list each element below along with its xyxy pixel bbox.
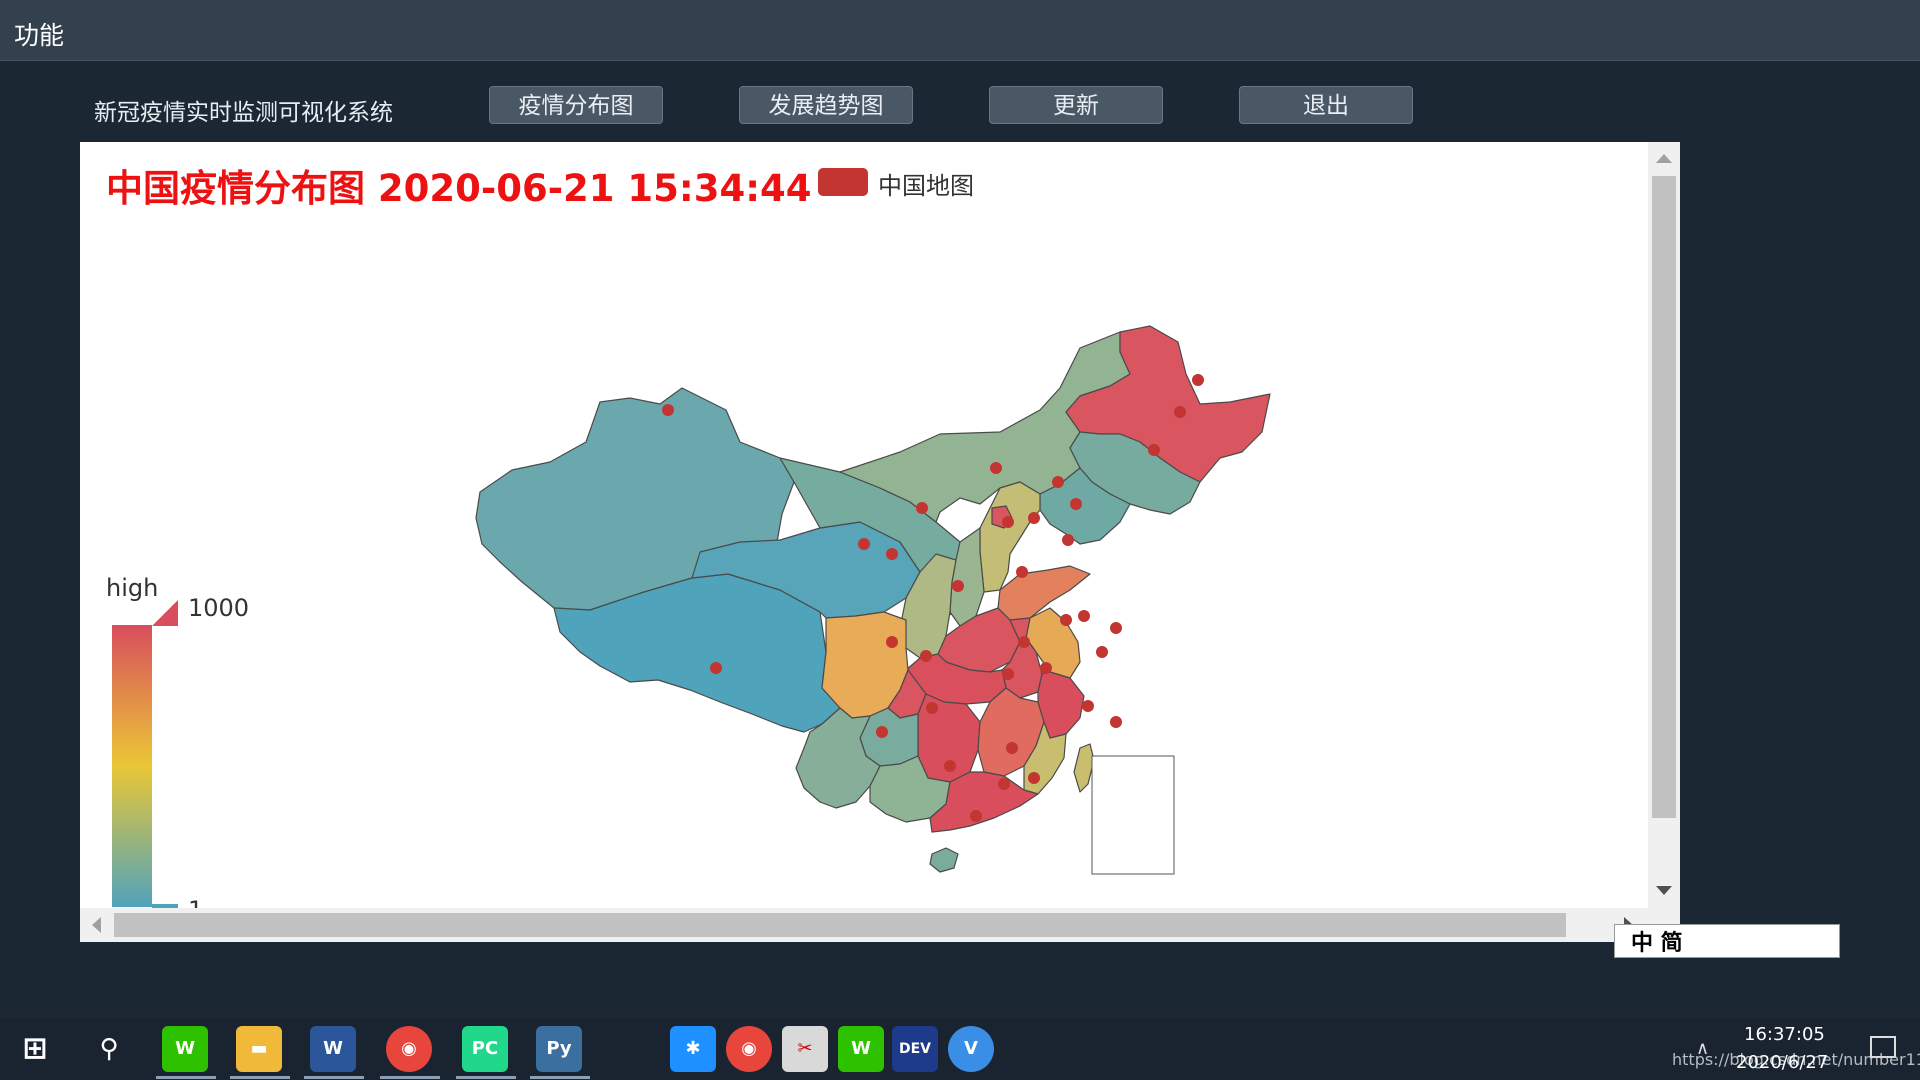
menu-bar: 功能: [0, 0, 1920, 61]
word-icon[interactable]: W: [310, 1026, 356, 1072]
marker-shanghai: [1110, 622, 1122, 634]
marker-jilin: [1174, 406, 1186, 418]
ime-status-text[interactable]: 中 简: [1631, 925, 1683, 957]
clock-time[interactable]: 16:37:05: [1744, 1024, 1825, 1045]
marker-anhui: [1060, 614, 1072, 626]
trend-chart-button[interactable]: 发展趋势图: [739, 86, 913, 124]
distribution-map-button[interactable]: 疫情分布图: [489, 86, 663, 124]
chart-viewer: 中国疫情分布图 2020-06-21 15:34:44 中国地图 high 10…: [80, 142, 1680, 942]
marker-jiangxi: [1040, 662, 1052, 674]
marker-beijing: [1052, 476, 1064, 488]
start-icon[interactable]: ⊞: [12, 1026, 58, 1072]
marker-shandong: [1062, 534, 1074, 546]
clock-date[interactable]: 2020/6/27: [1736, 1052, 1828, 1073]
horizontal-scroll-thumb[interactable]: [114, 913, 1566, 937]
marker-guizhou: [926, 702, 938, 714]
chrome-icon[interactable]: ◉: [726, 1026, 772, 1072]
marker-gansu: [886, 548, 898, 560]
scroll-left-icon[interactable]: [92, 917, 101, 933]
vertical-scrollbar[interactable]: [1648, 142, 1680, 908]
marker-hongkong: [1028, 772, 1040, 784]
marker-qinghai: [858, 538, 870, 550]
search-icon[interactable]: ⚲: [86, 1026, 132, 1072]
scroll-down-icon[interactable]: [1656, 886, 1672, 895]
scroll-up-icon[interactable]: [1656, 154, 1672, 163]
marker-zhejiang: [1096, 646, 1108, 658]
marker-guangxi: [944, 760, 956, 772]
wechat-icon[interactable]: W: [162, 1026, 208, 1072]
south-china-sea-inset: [1091, 755, 1175, 875]
marker-macau: [998, 778, 1010, 790]
china-map[interactable]: [80, 142, 1648, 908]
file-explorer-icon[interactable]: ▬: [236, 1026, 282, 1072]
snipping-icon[interactable]: ✂: [782, 1026, 828, 1072]
marker-ningxia: [916, 502, 928, 514]
marker-hubei: [1018, 636, 1030, 648]
marker-shaanxi: [952, 580, 964, 592]
taskbar-active-indicator: [530, 1076, 590, 1079]
dingtalk-icon[interactable]: ✱: [670, 1026, 716, 1072]
marker-hunan: [1002, 668, 1014, 680]
marker-shanxi: [1002, 516, 1014, 528]
taskbar-active-indicator: [304, 1076, 364, 1079]
menu-item-function[interactable]: 功能: [14, 16, 64, 52]
taskbar-active-indicator: [230, 1076, 290, 1079]
wechat-icon[interactable]: W: [838, 1026, 884, 1072]
devcpp-icon[interactable]: DEV: [892, 1026, 938, 1072]
marker-fujian: [1082, 700, 1094, 712]
region-taiwan: [1073, 743, 1095, 793]
marker-taiwan: [1110, 716, 1122, 728]
marker-hainan: [970, 810, 982, 822]
taskbar: ⊞ ⚲ W ▬ W ◉ PC Py ✱ ◉ ✂ W DEV V ∧: [0, 1018, 1920, 1080]
vertical-scroll-thumb[interactable]: [1652, 176, 1676, 818]
marker-liaoning: [1148, 444, 1160, 456]
update-button[interactable]: 更新: [989, 86, 1163, 124]
marker-hebei: [1028, 512, 1040, 524]
marker-chongqing: [920, 650, 932, 662]
marker-heilongjiang: [1192, 374, 1204, 386]
exit-button[interactable]: 退出: [1239, 86, 1413, 124]
marker-inner-mongolia: [990, 462, 1002, 474]
horizontal-scrollbar[interactable]: [80, 908, 1680, 942]
ime-toolbar[interactable]: 中 简: [1614, 924, 1840, 958]
region-hainan: [929, 847, 959, 873]
python-icon[interactable]: Py: [536, 1026, 582, 1072]
marker-guangdong: [1006, 742, 1018, 754]
marker-sichuan: [886, 636, 898, 648]
region-henan: [937, 607, 1021, 673]
app-title: 新冠疫情实时监测可视化系统: [94, 100, 393, 126]
taskbar-active-indicator: [456, 1076, 516, 1079]
marker-tibet: [710, 662, 722, 674]
vscode-icon[interactable]: V: [948, 1026, 994, 1072]
taskbar-active-indicator: [380, 1076, 440, 1079]
marker-jiangsu: [1078, 610, 1090, 622]
marker-xinjiang: [662, 404, 674, 416]
chrome-icon[interactable]: ◉: [386, 1026, 432, 1072]
pycharm-icon[interactable]: PC: [462, 1026, 508, 1072]
marker-tianjin: [1070, 498, 1082, 510]
marker-yunnan: [876, 726, 888, 738]
taskbar-active-indicator: [156, 1076, 216, 1079]
marker-henan: [1016, 566, 1028, 578]
